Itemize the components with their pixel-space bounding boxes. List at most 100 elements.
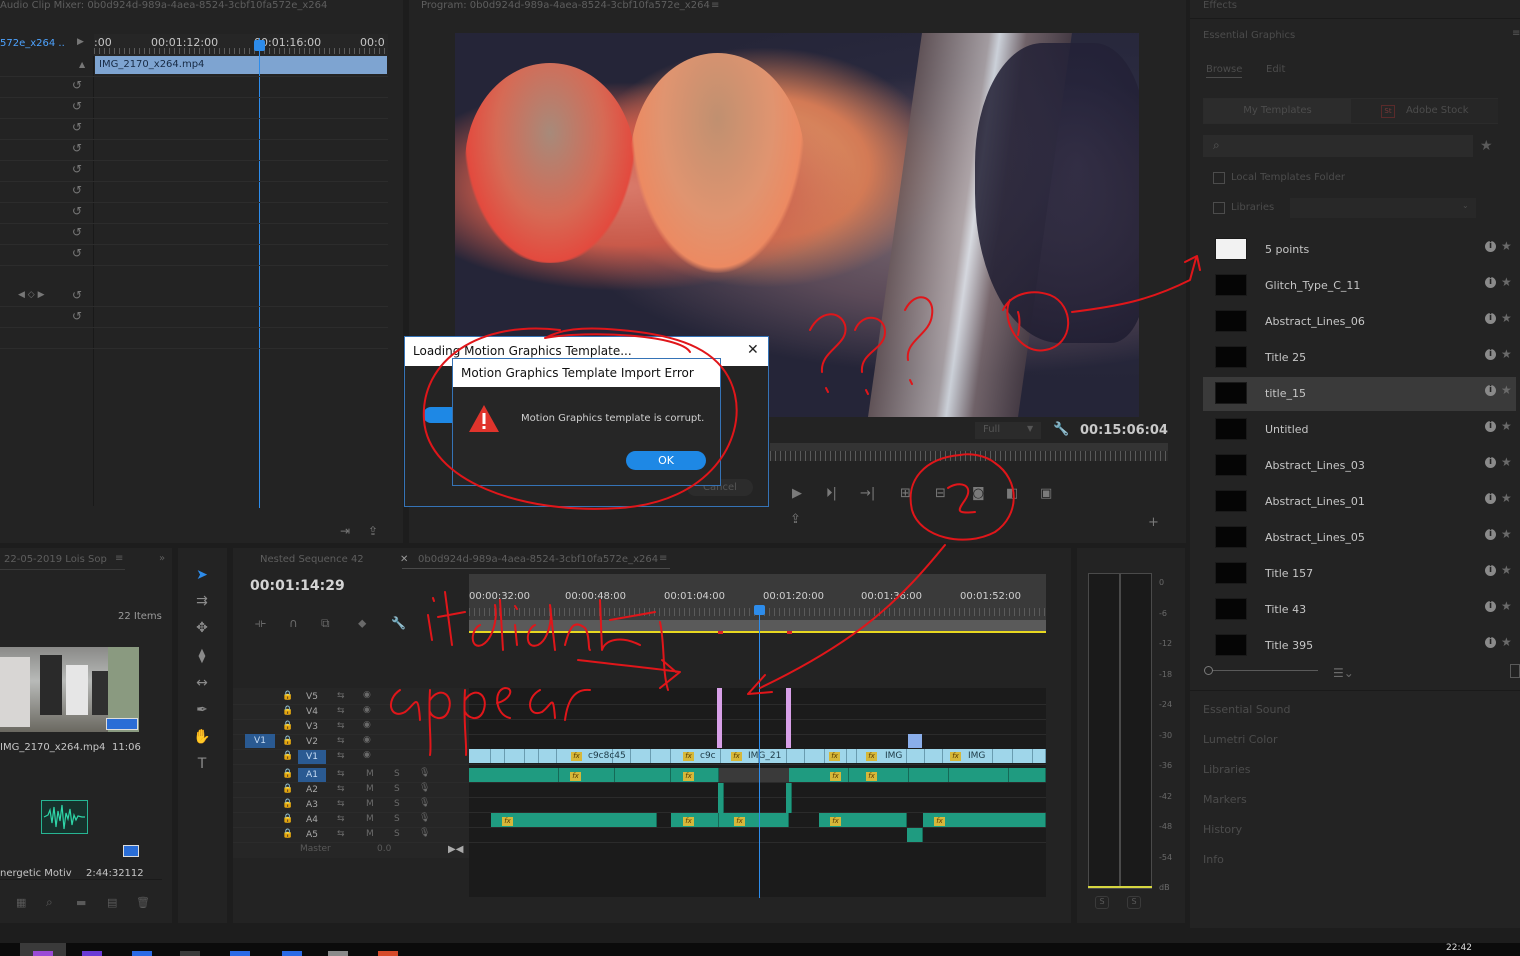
reset-keyframe-icon[interactable]: ↺ — [72, 100, 84, 112]
source-patch-v1[interactable]: V1 — [245, 734, 275, 748]
sync-lock-icon[interactable]: ⇆ — [337, 751, 345, 761]
video-clip[interactable] — [1013, 749, 1033, 763]
pen-tool-icon[interactable]: ✒ — [190, 699, 214, 721]
sort-icon[interactable]: ☰⌄ — [1333, 666, 1354, 680]
trash-icon[interactable]: 🗑 — [136, 896, 150, 909]
video-clip[interactable] — [491, 749, 505, 763]
audio-track-label[interactable]: A4 — [298, 813, 326, 827]
eye-icon[interactable]: ◉ — [363, 690, 371, 700]
reset-keyframe-icon[interactable]: ↺ — [72, 247, 84, 259]
template-item[interactable]: Title 157 i ★ — [1203, 557, 1516, 591]
info-icon[interactable]: i — [1485, 241, 1496, 252]
lock-icon[interactable]: 🔒 — [282, 706, 293, 716]
sync-lock-icon[interactable]: ⇆ — [337, 799, 345, 809]
audio-clip[interactable] — [671, 813, 719, 827]
mute-button[interactable]: M — [366, 814, 374, 824]
audio-clip[interactable] — [1009, 768, 1046, 782]
go-to-end-icon[interactable]: ▶◀ — [448, 844, 463, 855]
audio-clip[interactable] — [491, 813, 657, 827]
v2-clip[interactable] — [908, 734, 922, 748]
template-item[interactable]: 5 points i ★ — [1203, 233, 1516, 267]
audio-clip[interactable] — [469, 768, 559, 782]
reset-keyframe-icon[interactable]: ↺ — [72, 184, 84, 196]
libraries-select[interactable]: ⌄ — [1290, 198, 1476, 218]
video-clip[interactable] — [505, 749, 525, 763]
comparison-view-icon[interactable]: ◧ — [1006, 486, 1018, 501]
sync-lock-icon[interactable]: ⇆ — [337, 721, 345, 731]
lock-icon[interactable]: 🔒 — [282, 829, 293, 839]
thumbnail-size-slider[interactable] — [1210, 670, 1318, 671]
template-item[interactable]: Untitled i ★ — [1203, 413, 1516, 447]
mute-button[interactable]: M — [366, 829, 374, 839]
sync-lock-icon[interactable]: ⇆ — [337, 814, 345, 824]
sync-lock-icon[interactable]: ⇆ — [337, 691, 345, 701]
mute-button[interactable]: M — [366, 769, 374, 779]
lock-icon[interactable]: 🔒 — [282, 769, 293, 779]
info-tab[interactable]: Info — [1203, 853, 1224, 866]
close-icon[interactable]: ✕ — [747, 342, 759, 358]
program-scrub-bar[interactable] — [770, 451, 1168, 461]
video-clip[interactable] — [651, 749, 671, 763]
essential-sound-tab[interactable]: Essential Sound — [1203, 703, 1290, 716]
star-icon[interactable]: ★ — [1501, 563, 1512, 577]
audio-clip[interactable] — [786, 783, 792, 813]
solo-button[interactable]: S — [394, 829, 400, 839]
video-clip[interactable] — [539, 749, 557, 763]
timeline-timecode[interactable]: 00:01:14:29 — [250, 578, 345, 594]
info-icon[interactable]: i — [1485, 457, 1496, 468]
template-item[interactable]: Title 25 i ★ — [1203, 341, 1516, 375]
star-icon[interactable]: ★ — [1501, 527, 1512, 541]
video-clip[interactable] — [993, 749, 1013, 763]
project-clip1-thumb[interactable] — [0, 647, 139, 732]
panel-menu-icon[interactable]: ≡ — [659, 553, 667, 564]
template-item[interactable]: Abstract_Lines_06 i ★ — [1203, 305, 1516, 339]
template-item[interactable]: Abstract_Lines_05 i ★ — [1203, 521, 1516, 555]
work-area-bar[interactable] — [469, 620, 1046, 631]
audio-clip[interactable] — [949, 768, 1009, 782]
list-view-icon[interactable]: ▦ — [16, 896, 26, 909]
razor-tool-icon[interactable]: ⧫ — [190, 645, 214, 667]
video-clip[interactable] — [631, 749, 651, 763]
info-icon[interactable]: i — [1485, 493, 1496, 504]
new-item-icon[interactable] — [1510, 664, 1520, 678]
taskbar-app-icon[interactable] — [230, 951, 250, 956]
reset-keyframe-icon[interactable]: ↺ — [72, 142, 84, 154]
audio-track-label[interactable]: A5 — [298, 828, 326, 842]
star-icon[interactable]: ★ — [1501, 599, 1512, 613]
taskbar-app-icon[interactable] — [282, 951, 302, 956]
video-track-label[interactable]: V4 — [298, 705, 326, 719]
lock-icon[interactable]: 🔒 — [282, 751, 293, 761]
info-icon[interactable]: i — [1485, 565, 1496, 576]
play-icon[interactable]: ▶ — [792, 486, 802, 501]
meter-solo-button[interactable]: S — [1127, 896, 1141, 909]
mute-button[interactable]: M — [366, 799, 374, 809]
lumetri-color-tab[interactable]: Lumetri Color — [1203, 733, 1278, 746]
video-track-label[interactable]: V5 — [298, 690, 326, 704]
taskbar-clock[interactable]: 22:42 — [1446, 943, 1472, 953]
reset-keyframe-icon[interactable]: ↺ — [72, 163, 84, 175]
sync-lock-icon[interactable]: ⇆ — [337, 736, 345, 746]
sync-lock-icon[interactable]: ⇆ — [337, 829, 345, 839]
template-item[interactable]: Title 43 i ★ — [1203, 593, 1516, 627]
mixer-playhead[interactable] — [259, 38, 260, 508]
multicam-icon[interactable]: ▣ — [1040, 486, 1052, 501]
audio-clip[interactable] — [615, 768, 671, 782]
video-clip[interactable] — [469, 749, 491, 763]
template-item[interactable]: Abstract_Lines_01 i ★ — [1203, 485, 1516, 519]
lock-icon[interactable]: 🔒 — [282, 784, 293, 794]
source-adobe-stock[interactable]: St Adobe Stock — [1351, 99, 1498, 123]
camera-icon[interactable]: ◙ — [972, 486, 985, 501]
markers-tab[interactable]: Markers — [1203, 793, 1247, 806]
template-item[interactable]: Title 395 i ★ — [1203, 629, 1516, 663]
master-value[interactable]: 0.0 — [377, 844, 391, 854]
nested-clip-marker[interactable] — [786, 688, 791, 748]
libraries-checkbox[interactable] — [1213, 202, 1225, 214]
history-tab[interactable]: History — [1203, 823, 1242, 836]
star-icon[interactable]: ★ — [1501, 635, 1512, 649]
step-forward-icon[interactable]: ⏵| — [826, 486, 837, 501]
taskbar-app-icon[interactable] — [33, 951, 53, 956]
tab-nested-sequence[interactable]: Nested Sequence 42 — [260, 554, 364, 565]
audio-clip[interactable] — [719, 813, 789, 827]
lock-icon[interactable]: 🔒 — [282, 799, 293, 809]
star-icon[interactable]: ★ — [1501, 275, 1512, 289]
